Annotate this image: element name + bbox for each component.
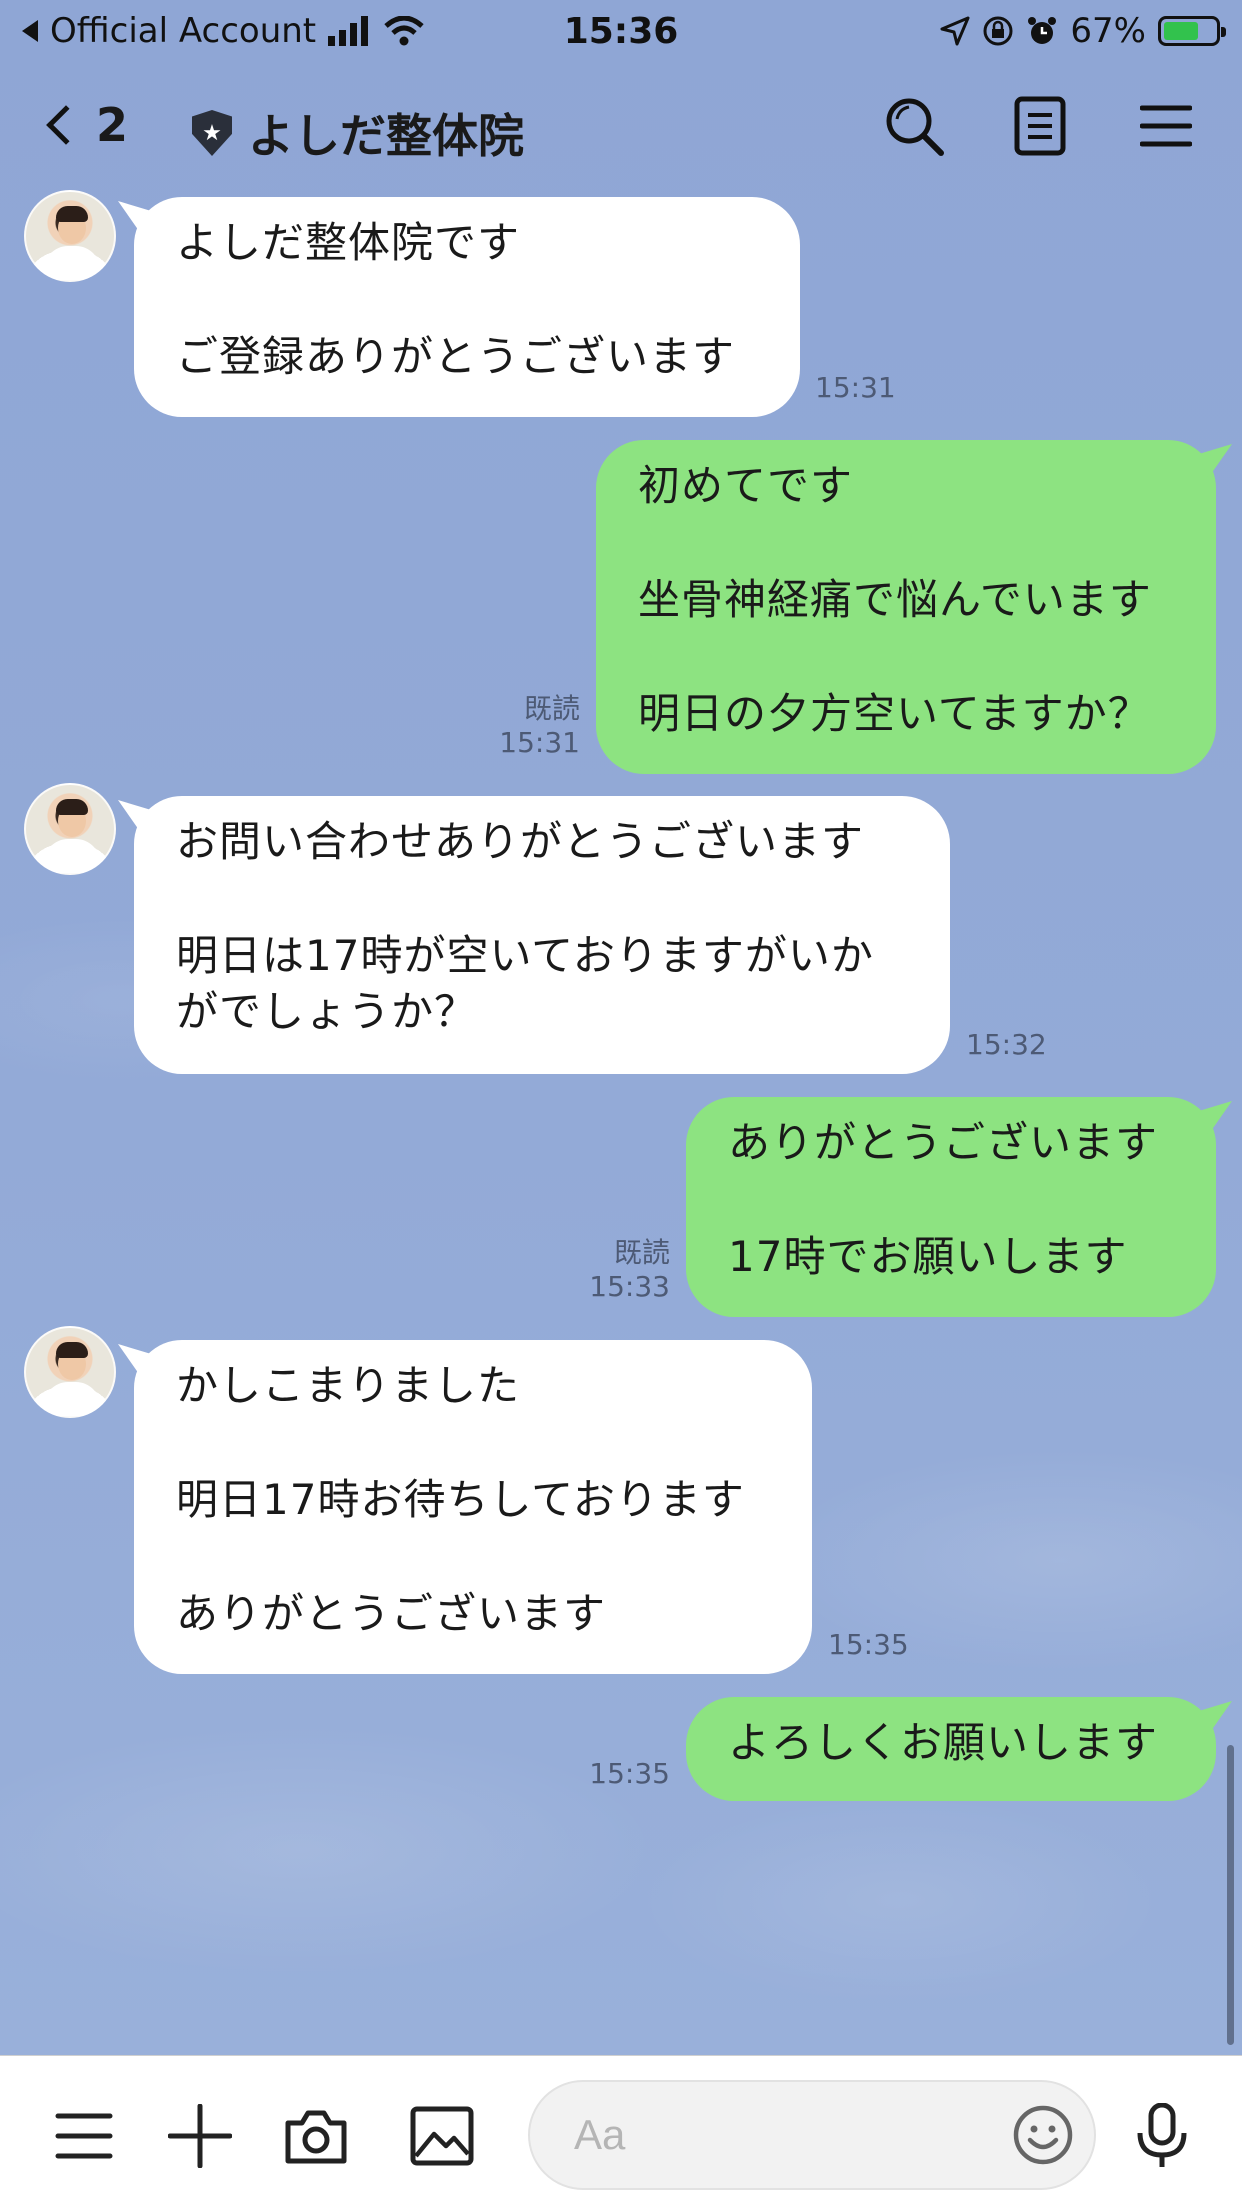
message-bubble-incoming[interactable]: お問い合わせありがとうございます 明日は17時が空いておりますがいか がでしょう… (134, 796, 950, 1074)
message-line: ありがとうございます (728, 1118, 1159, 1167)
message-line: 17時でお願いします (728, 1232, 1128, 1281)
unread-count: 2 (96, 98, 129, 152)
chevron-left-icon (46, 105, 86, 145)
back-to-app-icon[interactable] (22, 20, 38, 42)
message-time: 15:33 (589, 1270, 670, 1303)
read-receipt: 既読 (523, 692, 580, 725)
message-line: かしこまりました (176, 1361, 521, 1410)
back-button[interactable]: 2 (46, 98, 129, 152)
camera-button[interactable] (284, 2104, 348, 2168)
message-line: よろしくお願いします (728, 1718, 1159, 1767)
message-bubble-incoming[interactable]: よしだ整体院です ご登録ありがとうございます (134, 197, 800, 417)
menu-icon (55, 2113, 113, 2159)
message-bubble-outgoing[interactable]: よろしくお願いします (686, 1697, 1216, 1801)
avatar[interactable] (24, 783, 116, 875)
voice-button[interactable] (1130, 2103, 1194, 2168)
message-time: 15:35 (828, 1628, 909, 1661)
chat-header: 2 ★ よしだ整体院 (0, 70, 1242, 190)
message-line: よしだ整体院です (176, 218, 521, 267)
microphone-icon (1137, 2103, 1187, 2167)
message-bubble-outgoing[interactable]: ありがとうございます 17時でお願いします (686, 1097, 1216, 1317)
message-input[interactable]: Aa (528, 2080, 1096, 2190)
chat-title: よしだ整体院 (248, 109, 524, 163)
message-line: 坐骨神経痛で悩んでいます (638, 575, 1152, 624)
avatar[interactable] (24, 190, 116, 282)
official-account-badge-icon: ★ (192, 110, 232, 156)
image-button[interactable] (410, 2104, 474, 2168)
chat-title-area[interactable]: ★ よしだ整体院 (192, 100, 524, 166)
add-button[interactable] (168, 2104, 232, 2168)
camera-icon (285, 2110, 347, 2164)
message-meta: 既読 15:31 (480, 692, 580, 760)
message-bubble-outgoing[interactable]: 初めてです 坐骨神経痛で悩んでいます 明日の夕方空いてますか？ (596, 440, 1216, 774)
message-time: 15:32 (966, 1028, 1047, 1061)
message-line: ご登録ありがとうございます (176, 332, 736, 381)
scrollbar[interactable] (1227, 1745, 1234, 2045)
notes-button[interactable] (1004, 90, 1076, 162)
message-line: 明日は17時が空いておりますがいか (176, 931, 874, 980)
location-icon (940, 16, 970, 46)
toolbar-menu-button[interactable] (52, 2104, 116, 2168)
rotation-lock-icon (983, 16, 1013, 46)
message-line: がでしょうか？ (176, 987, 478, 1036)
emoji-icon (1013, 2105, 1073, 2165)
emoji-button[interactable] (1012, 2104, 1074, 2166)
status-bar: Official Account 15:36 67% (0, 0, 1242, 62)
search-button[interactable] (878, 90, 950, 162)
message-line: 明日の夕方空いてますか？ (638, 689, 1151, 738)
chat-menu-button[interactable] (1130, 90, 1202, 162)
search-icon (886, 98, 944, 156)
message-time: 15:35 (589, 1757, 670, 1790)
message-line: 明日17時お待ちしております (176, 1475, 745, 1524)
avatar[interactable] (24, 1326, 116, 1418)
wifi-icon (384, 16, 424, 46)
menu-icon (1140, 105, 1192, 147)
battery-icon (1158, 16, 1226, 46)
read-receipt: 既読 (613, 1236, 670, 1269)
notes-icon (1014, 96, 1066, 156)
alarm-icon (1028, 17, 1057, 44)
message-meta: 既読 15:33 (570, 1236, 670, 1304)
message-time: 15:31 (499, 726, 580, 759)
message-line: 初めてです (638, 461, 854, 510)
message-line: お問い合わせありがとうございます (176, 817, 865, 866)
battery-percent: 67% (1070, 11, 1146, 51)
image-icon (410, 2106, 474, 2166)
message-line: ありがとうございます (176, 1589, 607, 1638)
message-bubble-incoming[interactable]: かしこまりました 明日17時お待ちしております ありがとうございます (134, 1340, 812, 1674)
plus-icon (168, 2104, 232, 2168)
signal-icon (328, 16, 369, 46)
message-time: 15:31 (815, 371, 896, 404)
carrier-label: Official Account (50, 11, 317, 51)
message-toolbar: Aa (0, 2055, 1242, 2208)
